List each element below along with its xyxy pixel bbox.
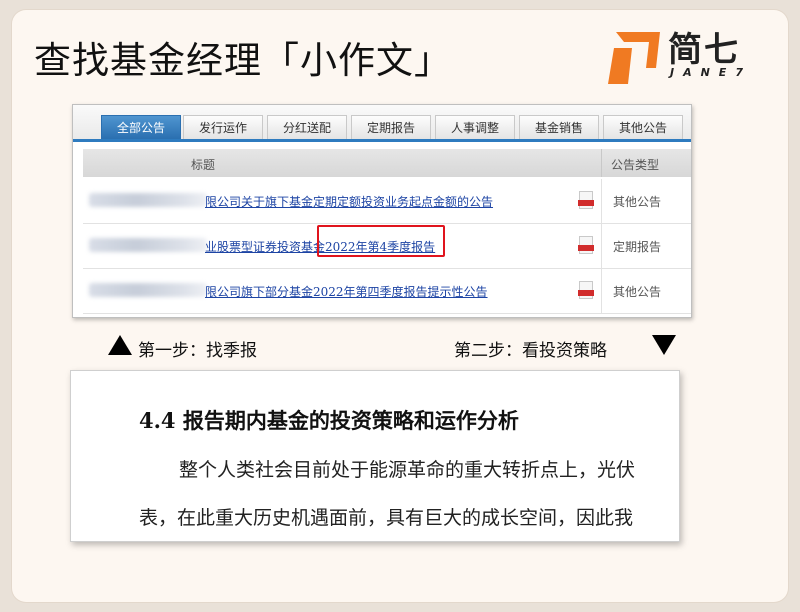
report-excerpt-panel: 4.4 报告期内基金的投资策略和运作分析 整个人类社会目前处于能源革命的重大转折… [70, 370, 680, 542]
tab-bar: 全部公告 发行运作 分红送配 定期报告 人事调整 基金销售 其他公告 [73, 105, 691, 142]
report-paragraph-line: 整个人类社会目前处于能源革命的重大转折点上，光伏 [179, 459, 636, 481]
announcement-type: 其他公告 [613, 195, 662, 209]
announcement-link[interactable]: 限公司关于旗下基金定期定额投资业务起点金额的公告 [205, 193, 493, 210]
header-divider [601, 149, 602, 177]
tab-personnel[interactable]: 人事调整 [435, 115, 515, 139]
header-type: 公告类型 [611, 158, 660, 172]
redacted-text [89, 238, 207, 252]
tab-periodic-report[interactable]: 定期报告 [351, 115, 431, 139]
tab-underline [73, 139, 691, 142]
arrow-up-icon [108, 335, 132, 355]
announcement-type: 其他公告 [613, 285, 662, 299]
announcement-link[interactable]: 限公司旗下部分基金2022年第四季度报告提示性公告 [205, 283, 488, 300]
logo-text-en: JANE7 [670, 66, 752, 79]
report-section-heading: 4.4 报告期内基金的投资策略和运作分析 [139, 408, 519, 433]
brand-logo: 简七 JANE7 [606, 22, 766, 92]
pdf-icon[interactable] [578, 236, 594, 254]
logo-text-cn: 简七 [668, 30, 740, 70]
redacted-text [89, 193, 207, 207]
step-one-label: 第一步：找季报 [138, 341, 257, 361]
table-row: 限公司旗下部分基金2022年第四季度报告提示性公告 其他公告 [83, 269, 691, 314]
tab-all[interactable]: 全部公告 [101, 115, 181, 139]
pdf-icon[interactable] [578, 281, 594, 299]
row-divider [601, 269, 602, 313]
tab-other[interactable]: 其他公告 [603, 115, 683, 139]
step-two-label: 第二步：看投资策略 [454, 341, 607, 361]
row-divider [601, 179, 602, 223]
tab-issuance[interactable]: 发行运作 [183, 115, 263, 139]
header-title: 标题 [191, 158, 216, 172]
redacted-text [89, 283, 207, 297]
page-title: 查找基金经理「小作文」 [34, 39, 452, 82]
table-header: 标题 公告类型 [83, 149, 691, 177]
highlight-box [317, 225, 445, 257]
tab-dividend[interactable]: 分红送配 [267, 115, 347, 139]
logo-mark-icon [608, 32, 660, 84]
announcement-panel: 全部公告 发行运作 分红送配 定期报告 人事调整 基金销售 其他公告 标题 公告… [72, 104, 692, 318]
announcement-type: 定期报告 [613, 240, 662, 254]
tab-sales[interactable]: 基金销售 [519, 115, 599, 139]
pdf-icon[interactable] [578, 191, 594, 209]
row-divider [601, 224, 602, 268]
arrow-down-icon [652, 335, 676, 355]
report-paragraph-line: 表，在此重大历史机遇面前，具有巨大的成长空间，因此我 [139, 507, 634, 529]
table-row: 限公司关于旗下基金定期定额投资业务起点金额的公告 其他公告 [83, 179, 691, 224]
